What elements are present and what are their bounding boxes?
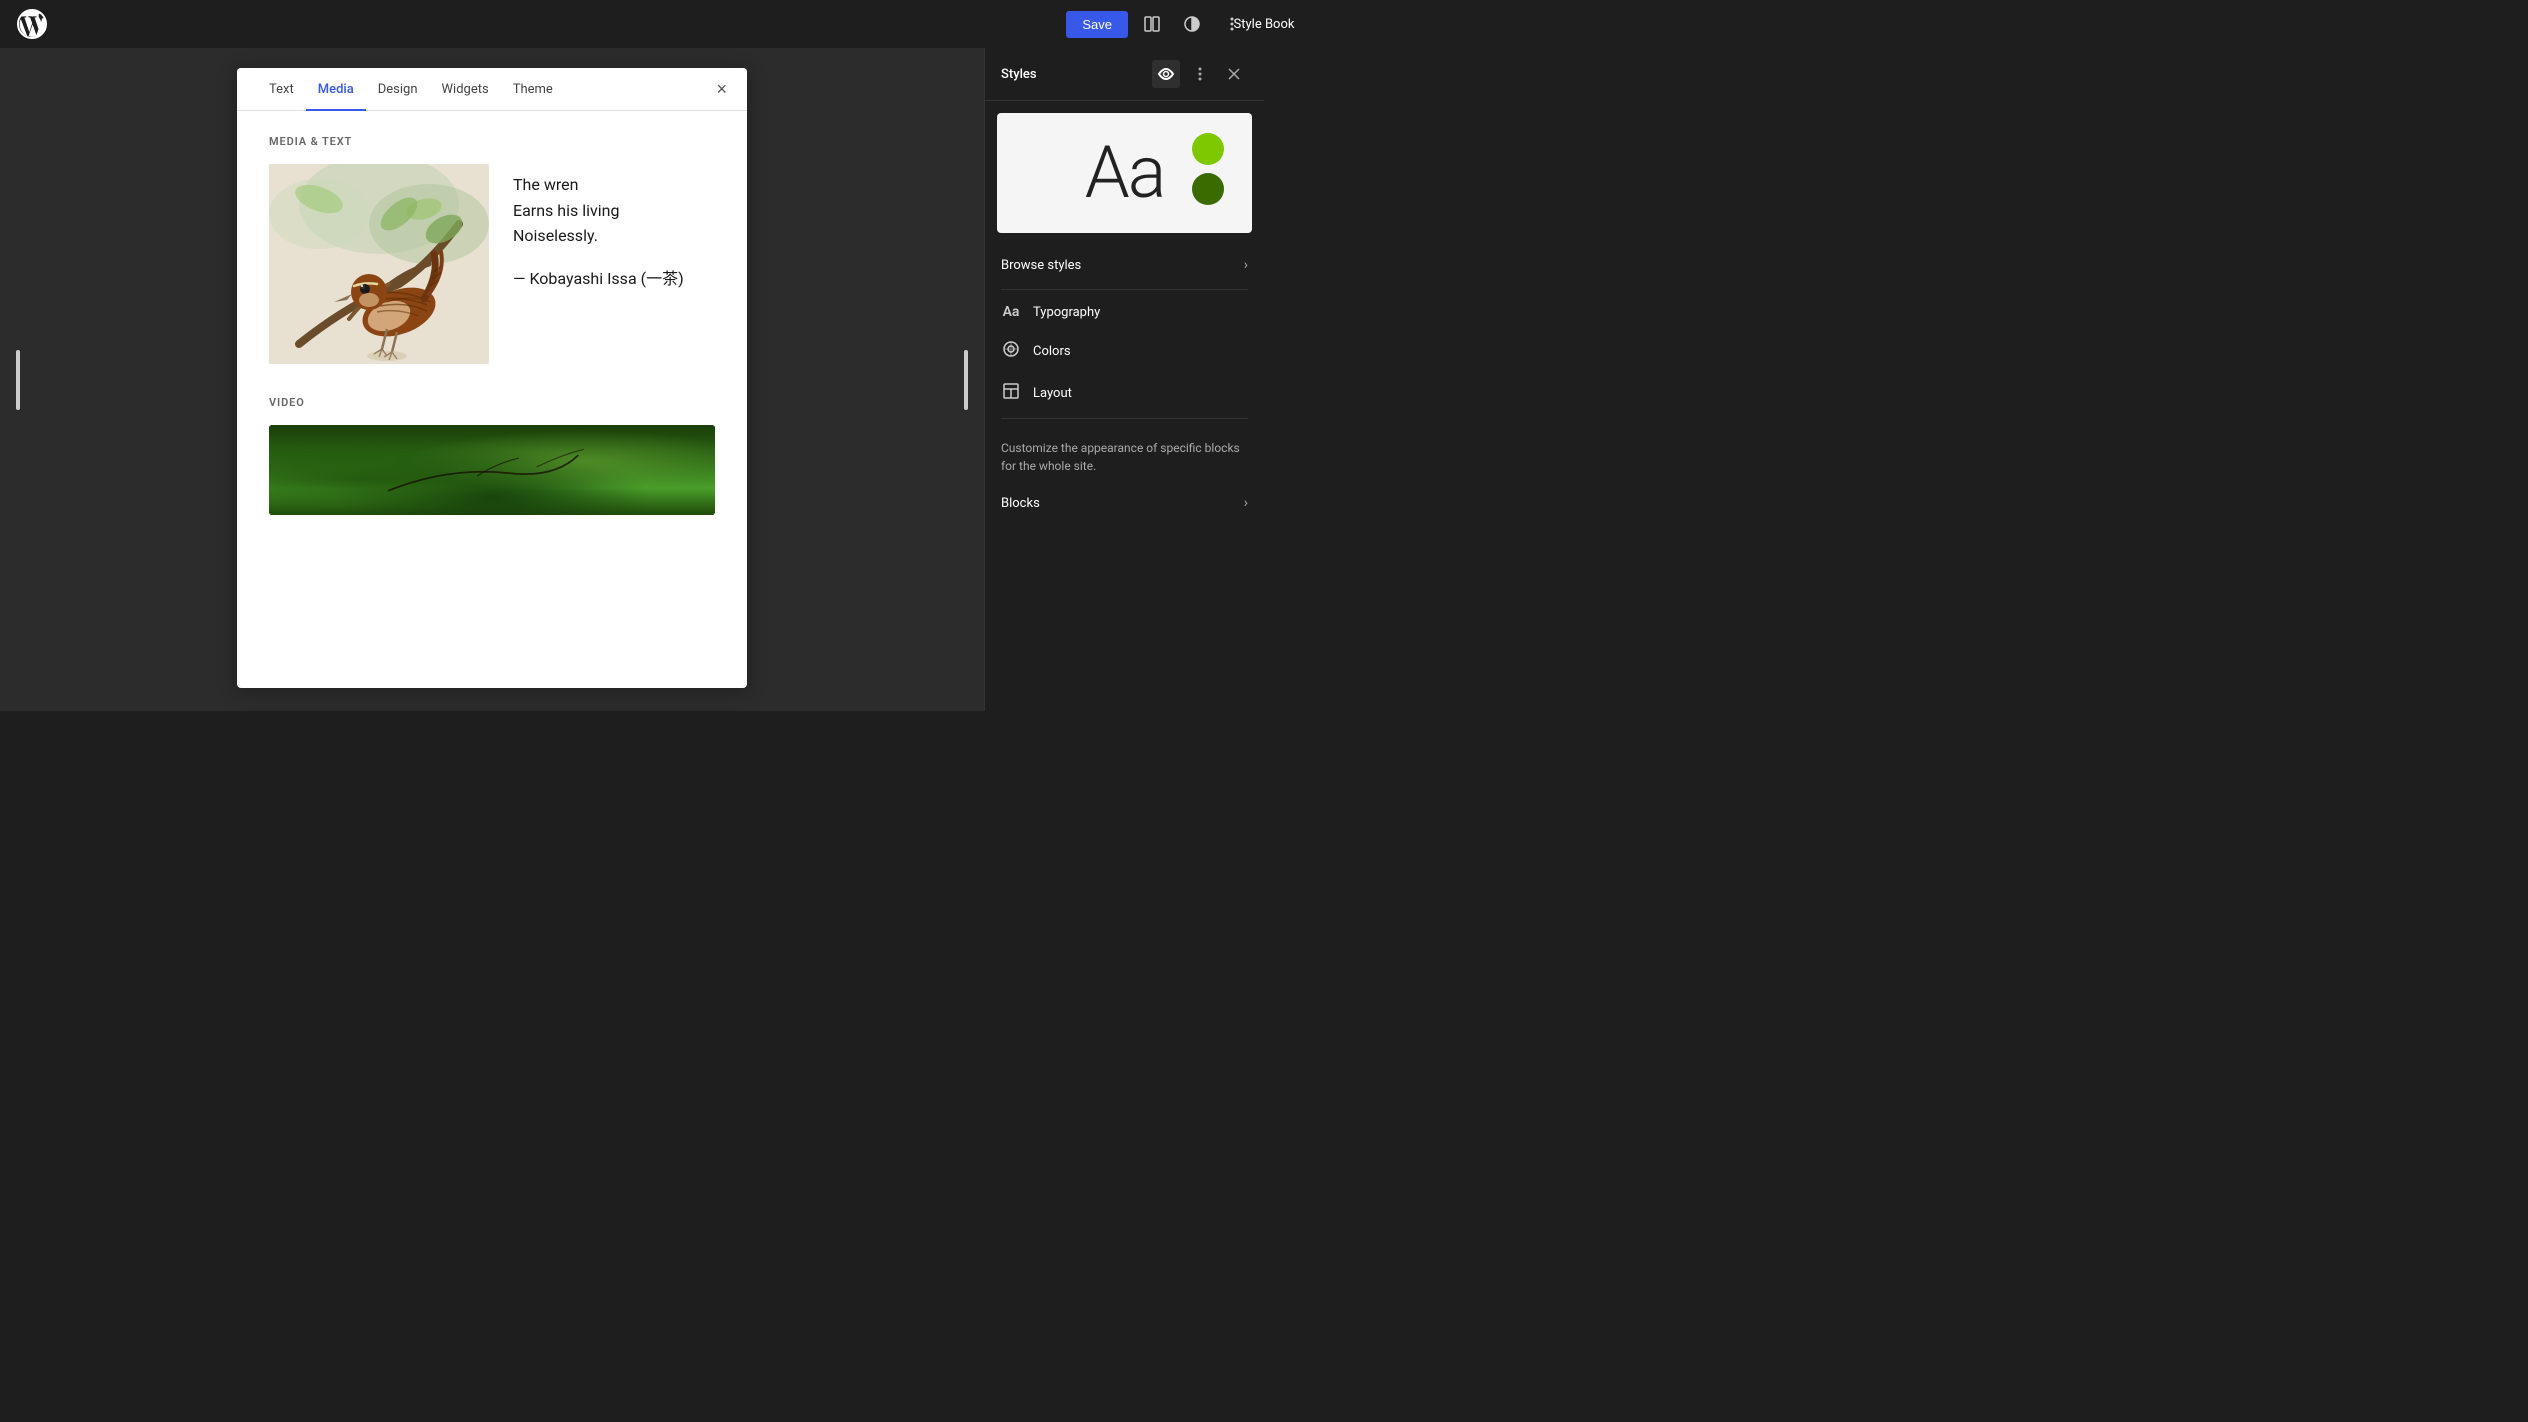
poem-attribution: — Kobayashi Issa (一茶) bbox=[513, 265, 715, 289]
style-preview-card: Aa bbox=[997, 113, 1252, 233]
preview-color-dark-green bbox=[1192, 173, 1224, 205]
kebab-menu-button[interactable] bbox=[1186, 60, 1214, 88]
tab-theme[interactable]: Theme bbox=[501, 68, 565, 111]
contrast-toggle-button[interactable] bbox=[1176, 8, 1208, 40]
page-title: Style Book bbox=[1234, 17, 1295, 32]
poem-line-2: Earns his living bbox=[513, 198, 715, 224]
browse-styles-chevron-icon: › bbox=[1244, 257, 1248, 273]
typography-icon: Aa bbox=[1001, 304, 1021, 320]
layout-menu-item[interactable]: Layout bbox=[985, 372, 1264, 414]
customize-description: Customize the appearance of specific blo… bbox=[985, 423, 1264, 483]
style-book-panel: Text Media Design Widgets Theme × bbox=[237, 68, 747, 688]
top-bar: Style Book Save bbox=[0, 0, 1264, 48]
main-area: Text Media Design Widgets Theme × bbox=[0, 48, 1264, 711]
wordpress-logo[interactable] bbox=[16, 8, 48, 40]
colors-menu-item[interactable]: Colors bbox=[985, 330, 1264, 372]
preview-typography: Aa bbox=[1085, 137, 1165, 209]
top-bar-left bbox=[16, 8, 48, 40]
tab-design[interactable]: Design bbox=[366, 68, 430, 111]
typography-menu-item[interactable]: Aa Typography bbox=[985, 294, 1264, 330]
panel-divider-1 bbox=[1001, 289, 1248, 290]
layout-toggle-button[interactable] bbox=[1136, 8, 1168, 40]
styles-panel: Styles bbox=[984, 48, 1264, 711]
blocks-label: Blocks bbox=[1001, 496, 1040, 511]
typography-label: Typography bbox=[1033, 305, 1100, 320]
browse-styles-label: Browse styles bbox=[1001, 258, 1081, 273]
preview-color-light-green bbox=[1192, 133, 1224, 165]
video-label: VIDEO bbox=[269, 396, 715, 409]
video-bg bbox=[269, 425, 715, 515]
tabs-bar: Text Media Design Widgets Theme × bbox=[237, 68, 747, 111]
content-area: MEDIA & TEXT bbox=[237, 111, 747, 539]
eye-icon-button[interactable] bbox=[1152, 60, 1180, 88]
tab-media[interactable]: Media bbox=[306, 68, 366, 111]
video-section: VIDEO bbox=[269, 396, 715, 515]
tab-widgets[interactable]: Widgets bbox=[430, 68, 501, 111]
top-bar-right: Save bbox=[1066, 8, 1248, 40]
styles-panel-title: Styles bbox=[1001, 67, 1144, 82]
scroll-handle-right[interactable] bbox=[964, 350, 968, 410]
media-text-block: The wren Earns his living Noiselessly. —… bbox=[269, 164, 715, 364]
tab-text[interactable]: Text bbox=[257, 68, 306, 111]
media-text-section: MEDIA & TEXT bbox=[269, 135, 715, 364]
media-text-label: MEDIA & TEXT bbox=[269, 135, 715, 148]
browse-styles-row[interactable]: Browse styles › bbox=[985, 245, 1264, 285]
save-button[interactable]: Save bbox=[1066, 11, 1128, 38]
blocks-chevron-icon: › bbox=[1244, 495, 1248, 511]
scroll-handle-left[interactable] bbox=[16, 350, 20, 410]
blocks-row[interactable]: Blocks › bbox=[985, 483, 1264, 523]
wren-illustration bbox=[269, 164, 489, 364]
panel-divider-2 bbox=[1001, 418, 1248, 419]
poem-line-3: Noiselessly. bbox=[513, 223, 715, 249]
styles-header: Styles bbox=[985, 48, 1264, 101]
close-styles-button[interactable] bbox=[1220, 60, 1248, 88]
colors-label: Colors bbox=[1033, 344, 1071, 359]
canvas-area: Text Media Design Widgets Theme × bbox=[0, 48, 984, 711]
close-button[interactable]: × bbox=[716, 80, 727, 98]
video-placeholder bbox=[269, 425, 715, 515]
colors-icon bbox=[1001, 340, 1021, 362]
poem-content: The wren Earns his living Noiselessly. —… bbox=[513, 164, 715, 289]
styles-header-icons bbox=[1152, 60, 1248, 88]
layout-icon bbox=[1001, 382, 1021, 404]
poem-line-1: The wren bbox=[513, 172, 715, 198]
wren-image bbox=[269, 164, 489, 364]
layout-label: Layout bbox=[1033, 386, 1072, 401]
